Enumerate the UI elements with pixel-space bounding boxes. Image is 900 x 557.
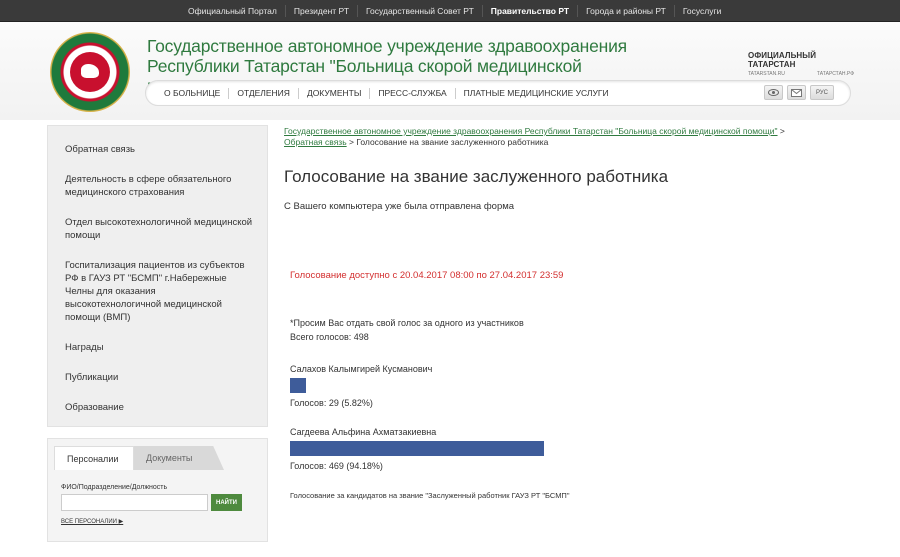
main-nav-list: О БОЛЬНИЦЕ ОТДЕЛЕНИЯ ДОКУМЕНТЫ ПРЕСС-СЛУ… <box>156 81 617 105</box>
poll-candidate: Салахов Калымгирей Кусманович Голосов: 2… <box>290 363 560 409</box>
sidebar-item-vmp-dept[interactable]: Отдел высокотехнологичной медицинской по… <box>48 208 267 251</box>
candidate-votes: Голосов: 29 (5.82%) <box>290 398 373 408</box>
page-title: Голосование на звание заслуженного работ… <box>284 167 669 186</box>
sidebar-item-feedback[interactable]: Обратная связь <box>48 133 267 165</box>
poll-footnote: Голосование за кандидатов на звание "Зас… <box>290 491 570 500</box>
nav-item-about[interactable]: О БОЛЬНИЦЕ <box>156 88 228 99</box>
partner-url-left: TATARSTAN.RU <box>748 71 785 77</box>
sidebar-item-hospitalization[interactable]: Госпитализация пациентов из субъектов РФ… <box>48 251 267 333</box>
top-link-gosuslugi[interactable]: Госуслуги <box>673 5 729 17</box>
search-button[interactable]: НАЙТИ <box>211 494 242 511</box>
voting-period: Голосование доступно с 20.04.2017 08:00 … <box>290 270 564 281</box>
partner-url-right: ТАТАРСТАН.РФ <box>816 71 854 77</box>
top-links: Официальный Портал Президент РТ Государс… <box>180 0 729 22</box>
top-link-portal[interactable]: Официальный Портал <box>180 5 285 17</box>
total-votes: Всего голосов: 498 <box>290 332 369 342</box>
tatarstan-emblem-icon[interactable] <box>50 32 130 112</box>
top-bar: Официальный Портал Президент РТ Государс… <box>0 0 900 22</box>
all-personnel-label: ВСЕ ПЕРСОНАЛИИ <box>61 519 117 525</box>
nav-item-documents[interactable]: ДОКУМЕНТЫ <box>297 87 369 99</box>
breadcrumb: Государственное автономное учреждение зд… <box>284 126 844 148</box>
official-tatarstan-title: ОФИЦИАЛЬНЫЙ ТАТАРСТАН <box>748 51 817 69</box>
candidate-name: Салахов Калымгирей Кусманович <box>290 364 433 374</box>
search-input[interactable] <box>61 494 208 511</box>
sidebar-menu: Обратная связь Деятельность в сфере обяз… <box>48 126 267 423</box>
nav-tools: РУС <box>764 85 834 100</box>
tab-documents[interactable]: Документы <box>134 446 224 470</box>
official-tatarstan-urls: TATARSTAN.RU ТАТАРСТАН.РФ <box>748 71 854 77</box>
mail-icon[interactable] <box>787 85 806 100</box>
vote-bar-track <box>290 441 560 456</box>
vote-bar <box>290 441 544 456</box>
breadcrumb-current: Голосование на звание заслуженного работ… <box>356 137 549 147</box>
eye-icon[interactable] <box>764 85 783 100</box>
sidebar-item-education[interactable]: Образование <box>48 393 267 423</box>
top-link-gossovet[interactable]: Государственный Совет РТ <box>357 5 482 17</box>
vote-request: *Просим Вас отдать свой голос за одного … <box>290 318 524 328</box>
breadcrumb-home[interactable]: Государственное автономное учреждение зд… <box>284 126 778 136</box>
breadcrumb-sep: > <box>346 137 357 147</box>
nav-item-press[interactable]: ПРЕСС-СЛУЖБА <box>369 87 454 99</box>
candidate-votes: Голосов: 469 (94.18%) <box>290 461 383 471</box>
vote-bar-track <box>290 378 560 393</box>
breadcrumb-feedback[interactable]: Обратная связь <box>284 137 347 147</box>
vote-bar <box>290 378 306 393</box>
sidebar-item-oms[interactable]: Деятельность в сфере обязательного медиц… <box>48 165 267 208</box>
official-tatarstan-logo[interactable]: ОФИЦИАЛЬНЫЙ ТАТАРСТАН TATARSTAN.RU ТАТАР… <box>748 51 854 77</box>
tab-personnel[interactable]: Персоналии <box>54 446 134 470</box>
breadcrumb-sep: > <box>777 126 785 136</box>
language-button[interactable]: РУС <box>810 85 834 100</box>
candidate-name: Сагдеева Альфина Ахматзакиевна <box>290 427 437 437</box>
main-nav: О БОЛЬНИЦЕ ОТДЕЛЕНИЯ ДОКУМЕНТЫ ПРЕСС-СЛУ… <box>145 80 851 106</box>
sidebar-item-awards[interactable]: Награды <box>48 333 267 363</box>
nav-item-paid-services[interactable]: ПЛАТНЫЕ МЕДИЦИНСКИЕ УСЛУГИ <box>454 87 617 99</box>
all-personnel-link[interactable]: ВСЕ ПЕРСОНАЛИИ ▶ <box>61 518 123 525</box>
nav-item-departments[interactable]: ОТДЕЛЕНИЯ <box>228 87 298 99</box>
arrow-right-icon: ▶ <box>118 519 124 525</box>
personnel-search: Персоналии Документы ФИО/Подразделение/Д… <box>47 438 268 542</box>
emblem-snow-leopard <box>70 52 110 92</box>
poll-candidate: Сагдеева Альфина Ахматзакиевна Голосов: … <box>290 426 560 472</box>
search-label: ФИО/Подразделение/Должность <box>61 484 168 491</box>
top-link-cities[interactable]: Города и районы РТ <box>577 5 674 17</box>
sidebar: Обратная связь Деятельность в сфере обяз… <box>47 125 268 427</box>
sidebar-item-publications[interactable]: Публикации <box>48 363 267 393</box>
already-submitted-notice: С Вашего компьютера уже была отправлена … <box>284 201 515 212</box>
top-link-government[interactable]: Правительство РТ <box>481 5 577 17</box>
search-tabs: Персоналии Документы <box>54 446 224 470</box>
top-link-president[interactable]: Президент РТ <box>284 5 357 17</box>
vote-instructions: *Просим Вас отдать свой голос за одного … <box>290 316 524 344</box>
